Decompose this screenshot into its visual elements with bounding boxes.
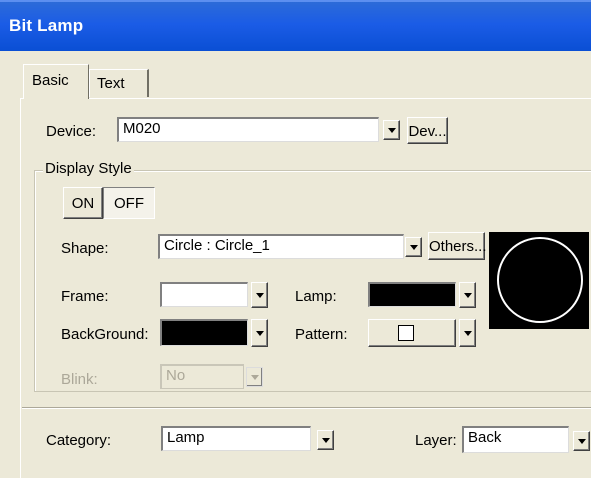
background-color-swatch[interactable]	[160, 319, 248, 346]
layer-combo[interactable]: Back	[462, 426, 569, 453]
pattern-selector[interactable]	[368, 319, 456, 347]
frame-color-swatch[interactable]	[160, 282, 248, 307]
category-value: Lamp	[167, 429, 205, 446]
shape-dropdown-button[interactable]	[405, 237, 422, 257]
window-title: Bit Lamp	[9, 16, 84, 35]
category-dropdown-button[interactable]	[317, 430, 334, 450]
blink-value: No	[166, 367, 186, 384]
lamp-color-swatch[interactable]	[368, 282, 456, 307]
blink-combo[interactable]: No	[160, 364, 244, 389]
on-button-label: ON	[71, 195, 95, 212]
blink-label: Blink:	[61, 371, 98, 388]
title-bar[interactable]: Bit Lamp	[0, 0, 591, 51]
frame-label: Frame:	[61, 288, 109, 305]
layer-dropdown-button[interactable]	[573, 431, 590, 451]
others-button-label: Others...	[429, 238, 487, 255]
pattern-dropdown-button[interactable]	[459, 319, 476, 347]
separator-line	[22, 407, 591, 409]
category-label: Category:	[46, 432, 112, 449]
off-button[interactable]: OFF	[103, 187, 155, 219]
bit-lamp-dialog: Bit Lamp Basic Text Device: M020 Dev... …	[0, 0, 591, 478]
category-combo[interactable]: Lamp	[161, 426, 311, 451]
shape-value: Circle : Circle_1	[164, 237, 270, 254]
lamp-label: Lamp:	[295, 288, 337, 305]
circle-preview-shape	[497, 237, 583, 323]
dev-button[interactable]: Dev...	[407, 117, 448, 144]
dev-button-label: Dev...	[408, 123, 447, 140]
device-value: M020	[123, 120, 161, 137]
device-label: Device:	[46, 123, 97, 140]
others-button[interactable]: Others...	[428, 232, 487, 260]
background-label: BackGround:	[61, 326, 149, 343]
layer-label: Layer:	[415, 432, 457, 449]
layer-value: Back	[468, 429, 502, 446]
display-style-title: Display Style	[43, 160, 134, 177]
lamp-dropdown-button[interactable]	[459, 282, 476, 308]
device-dropdown-button[interactable]	[383, 120, 400, 140]
tab-text-label: Text	[97, 75, 125, 92]
tab-basic[interactable]: Basic	[23, 64, 89, 99]
on-button[interactable]: ON	[63, 187, 103, 219]
pattern-label: Pattern:	[295, 326, 348, 343]
off-button-label: OFF	[114, 195, 144, 212]
lamp-preview	[489, 232, 589, 329]
blink-dropdown-button[interactable]	[246, 367, 263, 387]
pattern-square-icon	[398, 325, 414, 341]
shape-label: Shape:	[61, 240, 109, 257]
tab-basic-label: Basic	[32, 72, 69, 89]
shape-combo[interactable]: Circle : Circle_1	[158, 234, 404, 259]
frame-dropdown-button[interactable]	[251, 282, 268, 308]
background-dropdown-button[interactable]	[251, 319, 268, 347]
tab-text[interactable]: Text	[89, 69, 149, 97]
device-combo[interactable]: M020	[117, 117, 379, 142]
